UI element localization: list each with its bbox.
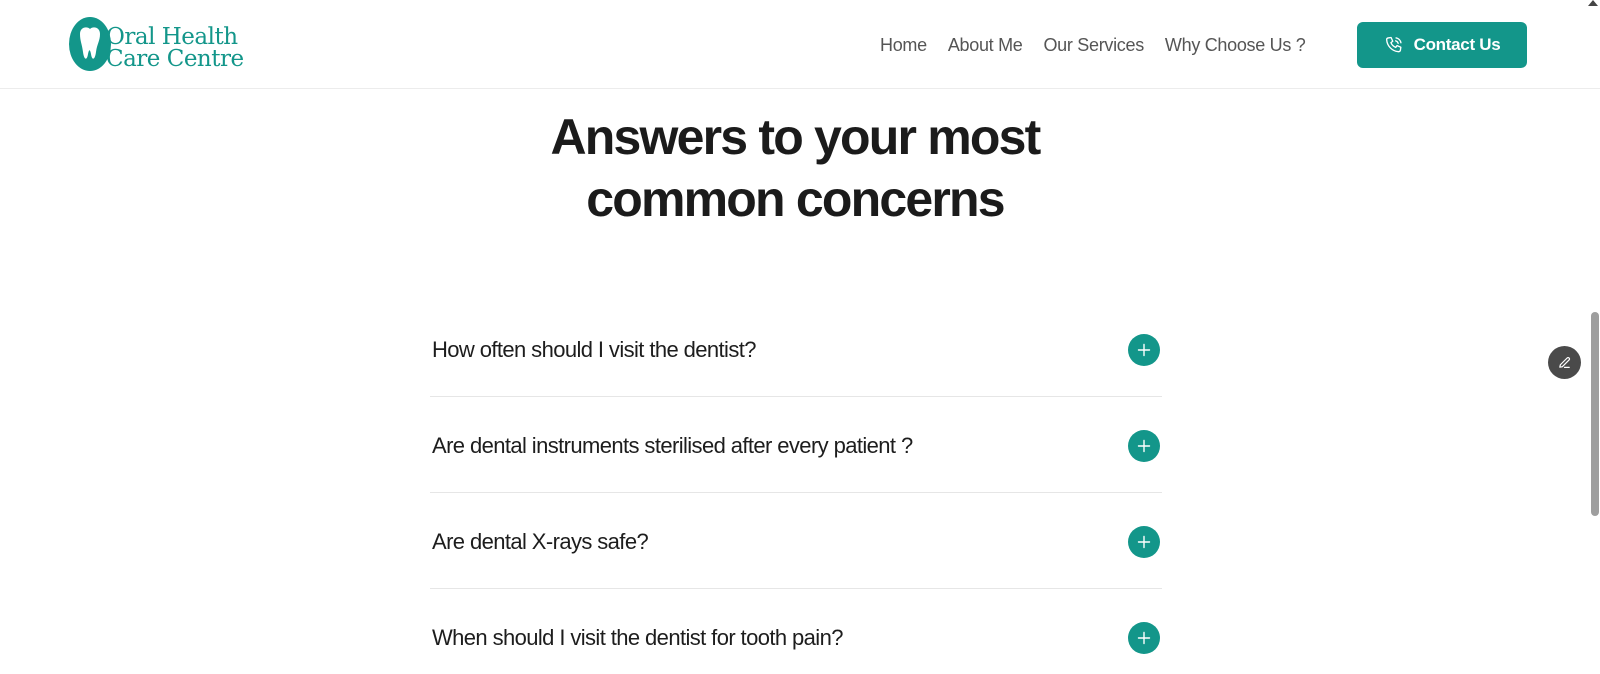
pencil-icon bbox=[1559, 356, 1571, 368]
nav-about-me[interactable]: About Me bbox=[948, 35, 1023, 56]
logo-line-1: Oral Health bbox=[106, 24, 238, 50]
faq-list: How often should I visit the dentist? Ar… bbox=[430, 301, 1162, 674]
site-header: Oral Health Care Centre Home About Me Ou… bbox=[0, 0, 1600, 89]
faq-toggle-button[interactable] bbox=[1128, 430, 1160, 462]
nav-home[interactable]: Home bbox=[880, 35, 927, 56]
faq-item[interactable]: When should I visit the dentist for toot… bbox=[430, 589, 1162, 674]
faq-item[interactable]: How often should I visit the dentist? bbox=[430, 301, 1162, 397]
nav-why-choose-us[interactable]: Why Choose Us ? bbox=[1165, 35, 1306, 56]
scrollbar[interactable] bbox=[1590, 0, 1600, 674]
contact-us-label: Contact Us bbox=[1413, 35, 1501, 54]
faq-question: Are dental X-rays safe? bbox=[432, 529, 649, 554]
faq-title-line-1: Answers to your most bbox=[550, 109, 1041, 165]
edit-button[interactable] bbox=[1548, 346, 1581, 379]
faq-title-line-2: common concerns bbox=[586, 171, 1005, 227]
contact-us-button[interactable]: Contact Us bbox=[1357, 22, 1527, 68]
faq-toggle-button[interactable] bbox=[1128, 622, 1160, 654]
faq-toggle-button[interactable] bbox=[1128, 334, 1160, 366]
plus-icon bbox=[1137, 631, 1151, 645]
faq-item[interactable]: Are dental instruments sterilised after … bbox=[430, 397, 1162, 493]
faq-question: How often should I visit the dentist? bbox=[432, 337, 756, 362]
nav-our-services[interactable]: Our Services bbox=[1043, 35, 1144, 56]
faq-title: Answers to your most common concerns bbox=[0, 106, 1590, 230]
main-nav: Home About Me Our Services Why Choose Us… bbox=[880, 30, 1306, 60]
faq-question: When should I visit the dentist for toot… bbox=[432, 625, 843, 650]
plus-icon bbox=[1137, 343, 1151, 357]
faq-question: Are dental instruments sterilised after … bbox=[432, 433, 913, 458]
faq-item[interactable]: Are dental X-rays safe? bbox=[430, 493, 1162, 589]
scrollbar-thumb[interactable] bbox=[1591, 312, 1599, 516]
plus-icon bbox=[1137, 535, 1151, 549]
logo-text: Oral Health Care Centre bbox=[106, 24, 244, 72]
phone-icon bbox=[1385, 36, 1402, 53]
plus-icon bbox=[1137, 439, 1151, 453]
faq-toggle-button[interactable] bbox=[1128, 526, 1160, 558]
logo-line-2: Care Centre bbox=[106, 46, 244, 72]
logo[interactable]: Oral Health Care Centre bbox=[68, 14, 248, 74]
